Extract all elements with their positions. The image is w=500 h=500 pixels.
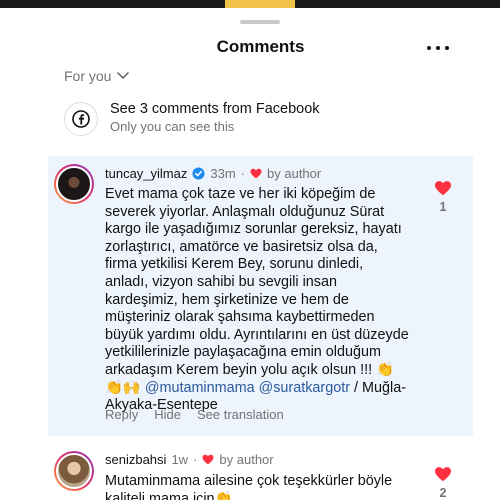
comment-line: Evet mama çok taze ve her iki köpeğim de	[105, 186, 376, 202]
avatar[interactable]	[54, 451, 94, 491]
comment-line-tail: / Muğla-	[350, 379, 406, 396]
comment-actions: Reply Hide See translation	[105, 407, 284, 422]
facebook-icon	[64, 102, 98, 136]
comment-meta: tuncay_yilmaz 33m · by author	[105, 166, 321, 181]
sheet-header: Comments	[48, 34, 473, 64]
comment-username[interactable]: tuncay_yilmaz	[105, 166, 187, 181]
mention-link[interactable]: @mutaminmama	[145, 380, 255, 396]
heart-icon	[250, 168, 262, 179]
facebook-comments-row[interactable]: See 3 comments from Facebook Only you ca…	[64, 100, 454, 144]
heart-icon[interactable]	[434, 466, 452, 482]
comment-meta: senizbahsi 1w · by author	[105, 452, 274, 467]
comment-time: 1w	[171, 452, 189, 467]
reply-button[interactable]: Reply	[105, 407, 138, 422]
comment-line: zorlaştırıcı, amatörce ve basiretsiz ols…	[105, 238, 378, 255]
comment-line: anladı, vizyon sahibi bu sevgili insan	[105, 273, 337, 290]
comment-line: kaliteli mama için👏	[105, 490, 233, 500]
sort-label: For you	[64, 68, 112, 84]
comment-username[interactable]: senizbahsi	[105, 452, 166, 467]
comment-line: büyük yardımı oldu. Ayrıntılarını en üst…	[105, 326, 409, 343]
separator-dot: ·	[193, 452, 198, 467]
sort-dropdown[interactable]: For you	[64, 66, 130, 86]
comment-line: yetkililerinizle paylaşacağına emin oldu…	[105, 344, 381, 361]
mention-link[interactable]: @suratkargotr	[259, 380, 350, 396]
chevron-down-icon	[117, 72, 130, 79]
like-column: 1	[434, 180, 452, 214]
comments-sheet: Comments For you See 3 comments from Fac…	[48, 8, 473, 500]
heart-icon[interactable]	[434, 180, 452, 196]
verified-badge-icon	[192, 167, 205, 180]
avatar[interactable]	[54, 164, 94, 204]
like-count[interactable]: 2	[434, 486, 452, 500]
comment-line: firma yetkilisi Kerem Bey, sorunu dinled…	[105, 256, 364, 273]
comment-line: severek yiyorlar. Anlaşmalı olduğunuz Sü…	[105, 203, 385, 220]
like-count[interactable]: 1	[434, 200, 452, 214]
background-video-strip	[0, 0, 500, 8]
comment-line: müşteriniz olarak şahsıma kaybettirmeden	[105, 309, 375, 326]
facebook-comments-subtitle: Only you can see this	[110, 119, 235, 134]
facebook-comments-title: See 3 comments from Facebook	[110, 101, 320, 117]
separator-dot: ·	[240, 166, 246, 181]
heart-icon	[202, 454, 214, 465]
see-translation-button[interactable]: See translation	[197, 407, 284, 422]
comment-time: 33m	[210, 166, 236, 181]
comment-line: arkadaşım Kerem beyin yolu açık olsun !!…	[105, 361, 395, 378]
background-accent	[225, 0, 295, 8]
liked-by-author-label: by author	[267, 166, 322, 181]
comment-line: kargo ile yaşadığımız sorunlar gereksiz,…	[105, 221, 402, 238]
drag-handle[interactable]	[240, 20, 280, 24]
comment-text: Mutaminmama ailesine çok teşekkürler böy…	[105, 473, 423, 500]
more-horizontal-icon[interactable]	[427, 40, 449, 56]
comment-text: Evet mama çok taze ve her iki köpeğim de…	[105, 186, 423, 415]
comment-line: Mutaminmama ailesine çok teşekkürler böy…	[105, 473, 393, 489]
page-title: Comments	[216, 37, 305, 56]
liked-by-author-label: by author	[219, 452, 274, 467]
emoji: 👏🙌	[105, 379, 141, 396]
like-column: 2	[434, 466, 452, 500]
comment-line: kardeşimiz, hem şirketinize ve hem de	[105, 291, 349, 308]
comment-line: 👏🙌 @mutaminmama @suratkargotr / Muğla-	[105, 380, 423, 398]
hide-button[interactable]: Hide	[154, 407, 181, 422]
